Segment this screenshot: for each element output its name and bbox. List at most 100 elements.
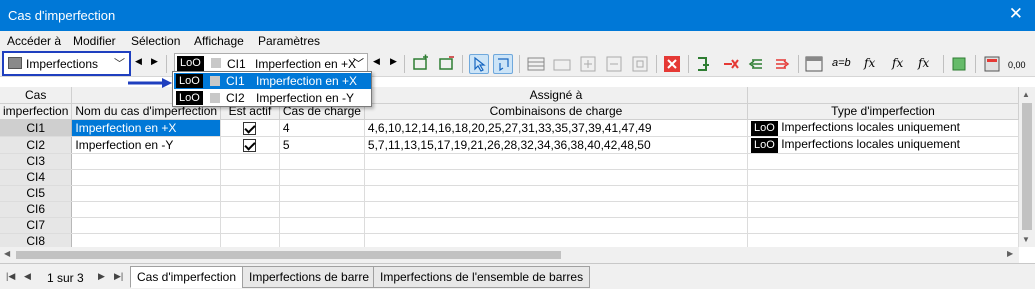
scroll-left-icon[interactable]: ◀ <box>4 249 10 258</box>
type-text: Imperfections locales uniquement <box>781 136 960 151</box>
pick-icon[interactable] <box>493 54 513 74</box>
col-header-assigned: Assigné à <box>364 87 749 104</box>
dropdown-item-ci2[interactable]: LoO CI2 Imperfection en -Y <box>174 90 371 106</box>
arrow-left-icon[interactable] <box>746 54 766 74</box>
table-add-icon[interactable] <box>552 54 572 74</box>
color-swatch <box>211 58 221 68</box>
case-name: Imperfection en +X <box>256 74 358 88</box>
toolbar: Imperfections ﹀ ◀ ▶ LoO CI1 Imperfection… <box>0 51 1035 77</box>
col-header-case-top: Cas <box>0 87 73 104</box>
table-row: CI2 Imperfection en -Y 5 5,7,11,13,15,17… <box>0 136 1019 154</box>
load-icon[interactable] <box>694 54 714 74</box>
fx-edit-icon[interactable]: fx <box>892 54 912 74</box>
arrow-right-icon[interactable] <box>772 54 792 74</box>
menu-parametres[interactable]: Paramètres <box>258 34 320 48</box>
category-select[interactable]: Imperfections ﹀ <box>2 51 131 76</box>
active-cell[interactable] <box>220 136 280 154</box>
select-icon[interactable] <box>469 54 489 74</box>
menu-affichage[interactable]: Affichage <box>194 34 244 48</box>
row-header[interactable]: CI6 <box>0 201 73 218</box>
prev-case-icon[interactable]: ◀ <box>373 56 380 67</box>
row-header[interactable]: CI2 <box>0 136 73 154</box>
table-row: CI1 Imperfection en +X 4 4,6,10,12,14,16… <box>0 119 1019 137</box>
toolbar-separator <box>688 55 689 73</box>
load-case-cell[interactable]: 4 <box>279 119 365 137</box>
type-cell[interactable]: LoO Imperfections locales uniquement <box>747 136 1019 154</box>
col-header-empty <box>747 87 1019 104</box>
row-header[interactable]: CI8 <box>0 233 73 247</box>
table-row: CI5 <box>0 185 1019 202</box>
table-delete-icon[interactable] <box>604 54 624 74</box>
active-cell[interactable] <box>220 119 280 137</box>
scroll-right-icon[interactable]: ▶ <box>1007 249 1013 258</box>
next-icon[interactable]: ▶ <box>151 56 158 67</box>
case-name: Imperfection en +X <box>255 57 357 71</box>
col-header-type[interactable]: Type d'imperfection <box>747 103 1019 120</box>
fx-star-icon[interactable]: fx <box>918 54 938 74</box>
remove-load-icon[interactable] <box>720 54 740 74</box>
vertical-scrollbar[interactable]: ▲ ▼ <box>1019 87 1035 247</box>
page-info: 1 sur 3 <box>47 271 84 285</box>
delete-row-icon[interactable] <box>437 54 457 74</box>
menu-acceder[interactable]: Accéder à <box>7 34 61 48</box>
combinations-cell[interactable]: 4,6,10,12,14,16,18,20,25,27,31,33,35,37,… <box>364 119 749 137</box>
scroll-up-icon[interactable]: ▲ <box>1022 90 1030 99</box>
close-icon[interactable]: ✕ <box>1009 4 1023 24</box>
next-case-icon[interactable]: ▶ <box>390 56 397 67</box>
name-cell[interactable]: Imperfection en -Y <box>71 136 222 154</box>
case-name: Imperfection en -Y <box>256 91 355 105</box>
name-cell[interactable]: Imperfection en +X <box>71 119 222 137</box>
type-text: Imperfections locales uniquement <box>781 119 960 134</box>
callout-arrow-icon <box>128 78 172 88</box>
row-header[interactable]: CI4 <box>0 169 73 186</box>
tab-member-imperfections[interactable]: Imperfections de barre <box>242 266 377 288</box>
row-header[interactable]: CI3 <box>0 153 73 170</box>
col-header-combinations[interactable]: Combinaisons de charge <box>364 103 749 120</box>
first-page-icon[interactable]: |◀ <box>6 271 15 282</box>
loo-badge: LoO <box>751 120 778 135</box>
table-row: CI3 <box>0 153 1019 170</box>
color-swatch <box>210 76 220 86</box>
prev-icon[interactable]: ◀ <box>135 56 142 67</box>
column-icon[interactable] <box>804 54 824 74</box>
toolbar-separator <box>166 55 167 73</box>
active-checkbox[interactable] <box>243 121 257 135</box>
last-page-icon[interactable]: ▶| <box>114 271 123 282</box>
formula-ab-icon[interactable]: a=b <box>832 54 852 74</box>
scroll-thumb[interactable] <box>16 251 561 259</box>
menu-selection[interactable]: Sélection <box>131 34 180 48</box>
row-header[interactable]: CI7 <box>0 217 73 234</box>
scroll-down-icon[interactable]: ▼ <box>1022 235 1030 244</box>
next-page-icon[interactable]: ▶ <box>98 271 105 282</box>
toolbar-separator <box>519 55 520 73</box>
scroll-thumb[interactable] <box>1022 103 1032 230</box>
tab-member-set-imperfections[interactable]: Imperfections de l'ensemble de barres <box>373 266 591 288</box>
insert-row-icon[interactable] <box>411 54 431 74</box>
active-checkbox[interactable] <box>243 138 257 152</box>
fx-icon[interactable]: fx <box>864 54 884 74</box>
row-header[interactable]: CI5 <box>0 185 73 202</box>
horizontal-scrollbar[interactable]: ◀ ▶ <box>0 247 1019 263</box>
delete-icon[interactable] <box>662 54 682 74</box>
table-row: CI6 <box>0 201 1019 218</box>
menu-modifier[interactable]: Modifier <box>73 34 116 48</box>
toolbar-separator <box>462 55 463 73</box>
type-cell[interactable]: LoO Imperfections locales uniquement <box>747 119 1019 137</box>
category-select-value: Imperfections <box>26 57 99 71</box>
number-format-icon[interactable]: 0,00 <box>1008 54 1028 74</box>
row-header[interactable]: CI1 <box>0 119 73 137</box>
calculator-icon[interactable] <box>982 54 1002 74</box>
prev-page-icon[interactable]: ◀ <box>24 271 31 282</box>
table-copy-icon[interactable] <box>630 54 650 74</box>
dropdown-item-ci1[interactable]: LoO CI1 Imperfection en +X <box>174 73 371 89</box>
imperfection-case-select[interactable]: LoO CI1 Imperfection en +X ﹀ <box>174 53 368 73</box>
load-case-cell[interactable]: 5 <box>279 136 365 154</box>
toolbar-separator <box>975 55 976 73</box>
table-layout-icon[interactable] <box>526 54 546 74</box>
col-header-case[interactable]: imperfection <box>0 103 73 120</box>
export-icon[interactable] <box>949 54 969 74</box>
tab-imperfection-cases[interactable]: Cas d'imperfection <box>130 266 243 288</box>
loo-badge: LoO <box>176 91 203 105</box>
combinations-cell[interactable]: 5,7,11,13,15,17,19,21,26,28,32,34,36,38,… <box>364 136 749 154</box>
table-insert-icon[interactable] <box>578 54 598 74</box>
